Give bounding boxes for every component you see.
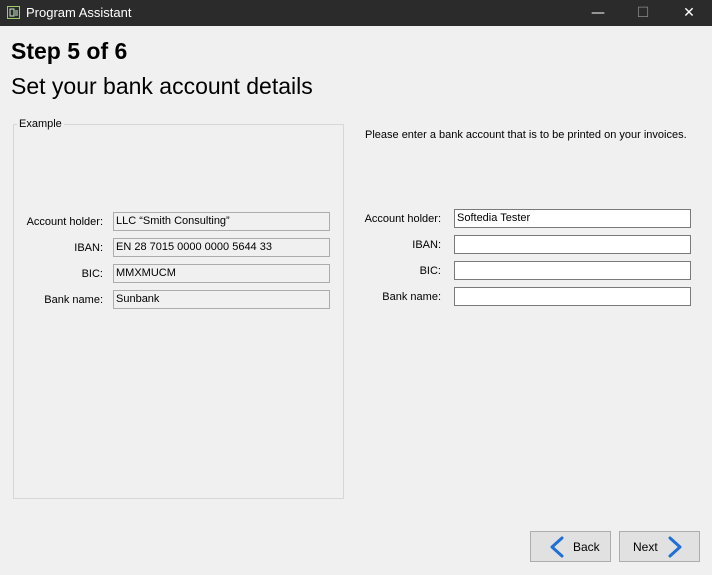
title-bar: Program Assistant — ☐ ✕ <box>0 0 712 26</box>
bic-input[interactable] <box>454 261 691 280</box>
bic-label: BIC: <box>419 265 441 277</box>
example-bic-label: BIC: <box>81 268 103 280</box>
program-assistant-icon <box>7 6 20 19</box>
step-indicator: Step 5 of 6 <box>11 38 128 64</box>
arrow-right-icon <box>668 536 682 558</box>
instruction-text: Please enter a bank account that is to b… <box>365 129 687 141</box>
window-title: Program Assistant <box>26 5 132 20</box>
maximize-button[interactable]: ☐ <box>620 0 666 26</box>
back-button-label: Back <box>573 540 600 554</box>
iban-input[interactable] <box>454 235 691 254</box>
next-button[interactable]: Next <box>619 531 700 562</box>
example-group-legend: Example <box>17 118 64 130</box>
close-button[interactable]: ✕ <box>666 0 712 26</box>
example-iban-label: IBAN: <box>74 242 103 254</box>
example-iban-field: EN 28 7015 0000 0000 5644 33 <box>113 238 330 257</box>
example-bank-name-label: Bank name: <box>44 294 103 306</box>
next-button-label: Next <box>633 540 658 554</box>
example-group <box>13 124 344 499</box>
iban-label: IBAN: <box>412 239 441 251</box>
back-button[interactable]: Back <box>530 531 611 562</box>
example-bic-field: MMXMUCM <box>113 264 330 283</box>
bank-name-label: Bank name: <box>382 291 441 303</box>
example-account-holder-field: LLC “Smith Consulting” <box>113 212 330 231</box>
example-bank-name-field: Sunbank <box>113 290 330 309</box>
account-holder-input[interactable]: Softedia Tester <box>454 209 691 228</box>
page-title: Set your bank account details <box>11 73 313 99</box>
account-holder-label: Account holder: <box>364 213 441 225</box>
minimize-button[interactable]: — <box>575 0 621 26</box>
example-account-holder-label: Account holder: <box>26 216 103 228</box>
bank-name-input[interactable] <box>454 287 691 306</box>
arrow-left-icon <box>550 536 564 558</box>
